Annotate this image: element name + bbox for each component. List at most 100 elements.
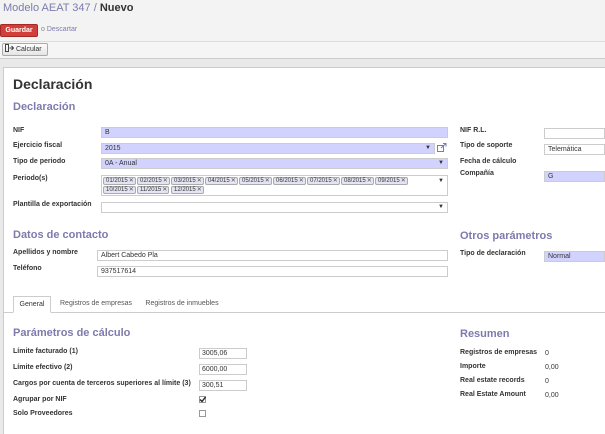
ejercicio-select[interactable]: 2015 ▼ — [101, 143, 435, 154]
tipo-declaracion-label: Tipo de declaración — [460, 250, 526, 257]
agrupar-label: Agrupar por NIF — [13, 396, 67, 403]
section-calculo-title: Parámetros de cálculo — [13, 327, 131, 339]
remove-tag-icon[interactable]: ✕ — [401, 178, 406, 184]
periodo-tag[interactable]: 09/2015✕ — [375, 177, 408, 185]
periodo-tag[interactable]: 11/2015✕ — [137, 186, 170, 194]
real-records-label: Real estate records — [460, 377, 525, 384]
periodo-tag[interactable]: 08/2015✕ — [341, 177, 374, 185]
periodos-field[interactable]: 01/2015✕ 02/2015✕ 03/2015✕ 04/2015✕ 05/2… — [101, 175, 448, 196]
remove-tag-icon[interactable]: ✕ — [129, 178, 134, 184]
importe-value: 0,00 — [545, 364, 559, 371]
breadcrumb: Modelo AEAT 347 / Nuevo — [3, 2, 133, 14]
cargos-label: Cargos por cuenta de terceros superiores… — [13, 380, 191, 387]
form-header-bar: Calcular — [0, 42, 605, 59]
breadcrumb-parent-link[interactable]: Modelo AEAT 347 — [3, 2, 91, 14]
calculate-icon — [5, 44, 15, 52]
limite-efectivo-field[interactable]: 6000,00 — [199, 364, 247, 375]
calculate-label: Calcular — [15, 46, 42, 53]
remove-tag-icon[interactable]: ✕ — [129, 187, 134, 193]
tipo-soporte-select[interactable]: Telemática — [544, 144, 605, 155]
section-contacto-title: Datos de contacto — [13, 229, 109, 241]
section-resumen-title: Resumen — [460, 328, 510, 340]
periodo-tag-label: 06/2015 — [276, 178, 298, 184]
limite-facturado-field[interactable]: 3005,06 — [199, 348, 247, 359]
dropdown-arrow-icon: ▼ — [438, 204, 444, 210]
control-panel: Modelo AEAT 347 / Nuevo Guardar o Descar… — [0, 0, 605, 42]
plantilla-label: Plantilla de exportación — [13, 201, 92, 208]
discard-group: o Descartar — [41, 26, 77, 33]
periodo-tag-label: 08/2015 — [344, 178, 366, 184]
agrupar-checkbox[interactable] — [199, 396, 206, 403]
periodo-tag[interactable]: 02/2015✕ — [137, 177, 170, 185]
tipo-declaracion-select[interactable]: Normal — [544, 251, 605, 262]
compania-label: Compañía — [460, 170, 494, 177]
remove-tag-icon[interactable]: ✕ — [197, 187, 202, 193]
plantilla-select[interactable]: ▼ — [101, 202, 448, 213]
solo-proveedores-checkbox[interactable] — [199, 410, 206, 417]
real-records-value: 0 — [545, 378, 549, 385]
nif-rl-label: NIF R.L. — [460, 127, 487, 134]
telefono-field[interactable]: 937517614 — [97, 266, 448, 277]
periodo-tag-label: 03/2015 — [174, 178, 196, 184]
remove-tag-icon[interactable]: ✕ — [163, 178, 168, 184]
calculate-button[interactable]: Calcular — [2, 43, 48, 56]
ejercicio-value: 2015 — [105, 145, 121, 152]
periodo-tag-label: 09/2015 — [378, 178, 400, 184]
periodo-tag-label: 04/2015 — [208, 178, 230, 184]
tab-general[interactable]: General — [13, 296, 51, 313]
limite-efectivo-label: Límite efectivo (2) — [13, 364, 73, 371]
cargos-field[interactable]: 300,51 — [199, 380, 247, 391]
dropdown-arrow-icon[interactable]: ▼ — [438, 177, 444, 186]
save-button[interactable]: Guardar — [0, 24, 38, 37]
tab-registros-inmuebles[interactable]: Registros de inmuebles — [142, 296, 222, 313]
section-declaracion-title: Declaración — [13, 101, 76, 113]
tipo-periodo-select[interactable]: 0A - Anual ▼ — [101, 158, 448, 169]
registros-label: Registros de empresas — [460, 349, 538, 356]
tipo-periodo-label: Tipo de periodo — [13, 158, 66, 165]
remove-tag-icon[interactable]: ✕ — [333, 178, 338, 184]
periodo-tag[interactable]: 06/2015✕ — [273, 177, 306, 185]
apellidos-label: Apellidos y nombre — [13, 249, 78, 256]
nif-field[interactable]: B — [101, 127, 448, 138]
checkmark-icon — [199, 396, 206, 403]
solo-proveedores-label: Solo Proveedores — [13, 410, 73, 417]
periodo-tag[interactable]: 05/2015✕ — [239, 177, 272, 185]
periodo-tag[interactable]: 07/2015✕ — [307, 177, 340, 185]
periodo-tag-label: 11/2015 — [140, 187, 162, 193]
page-title: Declaración — [13, 76, 93, 92]
remove-tag-icon[interactable]: ✕ — [367, 178, 372, 184]
importe-label: Importe — [460, 363, 486, 370]
real-amount-label: Real Estate Amount — [460, 391, 526, 398]
periodo-tag[interactable]: 03/2015✕ — [171, 177, 204, 185]
tab-registros-empresas[interactable]: Registros de empresas — [56, 296, 136, 313]
periodo-tag[interactable]: 10/2015✕ — [103, 186, 136, 194]
periodo-tag[interactable]: 04/2015✕ — [205, 177, 238, 185]
apellidos-field[interactable]: Albert Cabedo Pla — [97, 250, 448, 261]
real-amount-value: 0,00 — [545, 392, 559, 399]
telefono-label: Teléfono — [13, 265, 42, 272]
remove-tag-icon[interactable]: ✕ — [162, 187, 167, 193]
nif-rl-field[interactable] — [544, 128, 605, 139]
periodo-tag[interactable]: 12/2015✕ — [171, 186, 204, 194]
periodo-tag-label: 12/2015 — [174, 187, 196, 193]
periodo-tag-label: 01/2015 — [106, 178, 128, 184]
compania-select[interactable]: G — [544, 171, 605, 182]
fecha-calculo-label: Fecha de cálculo — [460, 158, 517, 165]
nif-label: NIF — [13, 127, 25, 134]
periodo-tag-label: 02/2015 — [140, 178, 162, 184]
periodo-tag-label: 10/2015 — [106, 187, 128, 193]
limite-facturado-label: Límite facturado (1) — [13, 348, 78, 355]
discard-link[interactable]: Descartar — [47, 26, 77, 33]
dropdown-arrow-icon: ▼ — [438, 160, 444, 166]
registros-value: 0 — [545, 350, 549, 357]
ejercicio-label: Ejercicio fiscal — [13, 142, 63, 149]
periodos-label: Periodo(s) — [13, 175, 48, 182]
breadcrumb-current: Nuevo — [99, 2, 134, 14]
remove-tag-icon[interactable]: ✕ — [197, 178, 202, 184]
periodo-tag[interactable]: 01/2015✕ — [103, 177, 136, 185]
remove-tag-icon[interactable]: ✕ — [299, 178, 304, 184]
dropdown-arrow-icon: ▼ — [425, 145, 431, 151]
remove-tag-icon[interactable]: ✕ — [231, 178, 236, 184]
remove-tag-icon[interactable]: ✕ — [265, 178, 270, 184]
external-link-icon[interactable] — [437, 143, 448, 154]
